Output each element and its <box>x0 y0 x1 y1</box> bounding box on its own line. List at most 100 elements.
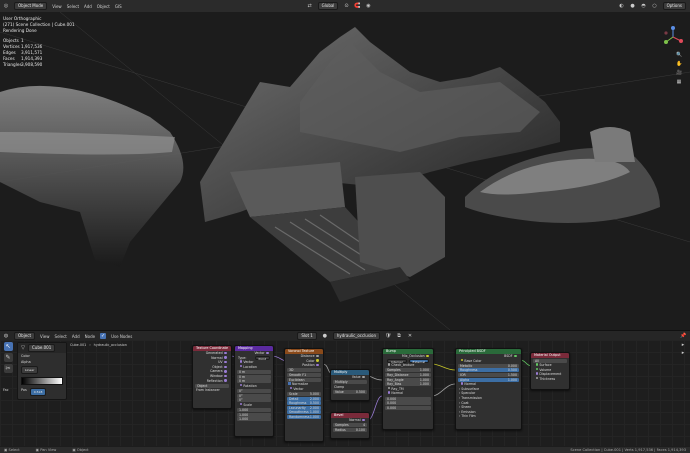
voronoi-lacunarity[interactable]: Lacunarity 2.000 <box>287 405 321 410</box>
viewport-overlays-icon[interactable]: ◐ <box>619 3 625 9</box>
panel-fac-tab[interactable]: Fac <box>3 388 9 392</box>
node-editor-canvas[interactable]: ↖ ✎ ✂ ▽ Cube.001 Color Alpha Linear Pos … <box>0 340 690 446</box>
color-ramp-bar[interactable] <box>21 377 63 385</box>
snap-icon[interactable]: 🧲 <box>354 3 360 9</box>
node-mapping[interactable]: Mapping Vector Type: Point Vector Locatio… <box>234 345 274 437</box>
node-mode-dropdown[interactable]: Object <box>14 332 36 340</box>
node-multiply[interactable]: Multiply Value Multiply Clamp Value 0.500 <box>330 369 370 401</box>
group-value-2[interactable]: 0.000 <box>385 401 431 406</box>
stat-triangles: Triangles 3,908,590 <box>3 62 43 67</box>
pin-icon[interactable]: 📌 <box>680 333 686 339</box>
multiply-value[interactable]: Value 0.500 <box>333 389 367 394</box>
select-tool-icon[interactable]: ↖ <box>3 342 13 351</box>
node-toolbar: ↖ ✎ ✂ <box>2 342 14 392</box>
node-menu-node[interactable]: Node <box>85 334 95 339</box>
proportional-edit-icon[interactable]: ◉ <box>365 3 371 9</box>
bevel-samples[interactable]: Samples 4 <box>333 423 367 428</box>
bevel-radius[interactable]: Radius 0.100 <box>333 427 367 432</box>
node-texture-coordinate[interactable]: Texture Coordinate Generated Normal UV O… <box>192 345 232 409</box>
object-mode-dropdown[interactable]: Object Mode <box>14 2 48 10</box>
mapping-type-dropdown[interactable]: Point <box>254 355 270 360</box>
scale-y[interactable]: 1.000 <box>237 412 271 417</box>
scale-z[interactable]: 1.000 <box>237 417 271 422</box>
navigation-gizmo[interactable] <box>662 26 684 50</box>
node-principled-bsdf[interactable]: Principled BSDF BSDF Base Color Metallic… <box>455 348 522 430</box>
fake-user-icon[interactable]: 🛡 <box>385 333 391 339</box>
panel-object-field[interactable]: Cube.001 <box>28 344 56 352</box>
group-ray-angle[interactable]: Ray_Angle 1.000 <box>385 377 431 382</box>
group-samples[interactable]: Samples 1.000 <box>385 368 431 373</box>
node-material-output[interactable]: Material Output All Surface Volume Displ… <box>530 352 570 390</box>
node-object-field[interactable]: Object <box>195 383 229 388</box>
voronoi-roughness[interactable]: Roughness 0.500 <box>287 401 321 406</box>
bsdf-ior[interactable]: IOR 1.500 <box>458 372 519 377</box>
menu-object[interactable]: Object <box>97 4 110 9</box>
menu-gis[interactable]: GIS <box>115 4 122 9</box>
voronoi-dimensions-dropdown[interactable]: 3D <box>287 368 321 373</box>
menu-add[interactable]: Add <box>84 4 92 9</box>
menu-view[interactable]: View <box>52 4 62 9</box>
node-menu-add[interactable]: Add <box>72 334 80 339</box>
ramp-pos-field[interactable]: 0.518 <box>29 388 47 396</box>
node-input: Normal <box>383 391 433 396</box>
voronoi-feature-dropdown[interactable]: Smooth F1 <box>287 372 321 377</box>
material-name-field[interactable]: hydraulic_occlusion <box>332 332 381 340</box>
location-y[interactable]: 0 m <box>237 374 271 379</box>
rotation-y[interactable]: 0° <box>237 393 271 398</box>
pan-hand-icon[interactable]: ✋ <box>676 61 682 67</box>
pivot-icon[interactable]: ⊙ <box>343 3 349 9</box>
bsdf-roughness[interactable]: Roughness 0.500 <box>458 368 519 373</box>
rotation-x[interactable]: 0° <box>237 388 271 393</box>
node-occlusion-group[interactable]: Bump Mix_Occlusion Internal External Che… <box>382 348 434 430</box>
menu-select[interactable]: Select <box>67 4 79 9</box>
bsdf-metallic[interactable]: Metallic 0.000 <box>458 363 519 368</box>
node-output: Reflection <box>193 379 231 384</box>
node-menu-select[interactable]: Select <box>55 334 67 339</box>
zoom-icon[interactable]: 🔍 <box>676 52 682 58</box>
ramp-interpolation-dropdown[interactable]: Linear <box>21 366 39 374</box>
grid-icon[interactable]: ▦ <box>676 79 682 85</box>
scale-x[interactable]: 1.000 <box>237 407 271 412</box>
rendered-shading-icon[interactable]: ○ <box>652 3 658 9</box>
links-cut-tool-icon[interactable]: ✂ <box>3 364 13 373</box>
node-menu-view[interactable]: View <box>40 334 50 339</box>
ramp-pos-row: Pos 0.518 <box>18 387 66 397</box>
orientation-dropdown[interactable]: Global <box>317 2 339 10</box>
node-voronoi-texture[interactable]: Voronoi Texture Distance Color Position … <box>284 348 324 442</box>
location-x[interactable]: 0 m <box>237 369 271 374</box>
shader-editor-icon[interactable]: ◍ <box>3 333 9 339</box>
material-shading-icon[interactable]: ◓ <box>641 3 647 9</box>
output-target-dropdown[interactable]: All <box>533 358 567 363</box>
group-value-1[interactable]: 0.000 <box>385 396 431 401</box>
group-ray-bias[interactable]: Ray_Bias 1.000 <box>385 382 431 387</box>
tool-tab-icon[interactable]: ▸ <box>680 350 686 356</box>
editor-type-icon[interactable]: ◎ <box>3 3 9 9</box>
rotation-z[interactable]: 0° <box>237 398 271 403</box>
camera-icon[interactable]: 🎥 <box>676 70 682 76</box>
from-instancer-checkbox[interactable]: From Instancer <box>193 388 231 393</box>
annotate-tool-icon[interactable]: ✎ <box>3 353 13 362</box>
voronoi-detail[interactable]: Detail 2.000 <box>287 396 321 401</box>
duplicate-icon[interactable]: ⧉ <box>396 333 402 339</box>
status-object: ▣ Object <box>72 448 89 452</box>
group-value-3[interactable]: 0.000 <box>385 405 431 410</box>
voronoi-scale[interactable]: Scale 5.000 <box>287 391 321 396</box>
group-ray-distance[interactable]: Ray_Distance 1.000 <box>385 372 431 377</box>
voronoi-randomness[interactable]: Randomness 1.000 <box>287 414 321 419</box>
use-nodes-checkbox[interactable]: ✓ <box>100 333 107 339</box>
options-button[interactable]: Options <box>662 2 686 10</box>
slot-dropdown[interactable]: Slot 1 <box>297 332 317 340</box>
unlink-icon[interactable]: ✕ <box>407 333 413 339</box>
location-z[interactable]: 0 m <box>237 379 271 384</box>
node-bevel[interactable]: Bevel Normal Samples 4 Radius 0.100 <box>330 412 370 439</box>
solid-shading-icon[interactable]: ● <box>630 3 636 9</box>
node-tab-icon[interactable]: ▸ <box>680 342 686 348</box>
bsdf-thin-film-panel[interactable]: › Thin Film <box>456 414 521 419</box>
transform-orientation-icon[interactable]: ⇄ <box>307 3 313 9</box>
bsdf-alpha[interactable]: Alpha 1.000 <box>458 377 519 382</box>
3d-viewport[interactable]: User Orthographic (271) Scene Collection… <box>0 12 690 330</box>
math-operation-dropdown[interactable]: Multiply <box>333 380 367 385</box>
voronoi-metric-dropdown[interactable]: Euclidean <box>287 377 321 382</box>
clamp-checkbox[interactable]: Clamp <box>331 385 369 390</box>
voronoi-smoothness[interactable]: Smoothness 1.000 <box>287 410 321 415</box>
